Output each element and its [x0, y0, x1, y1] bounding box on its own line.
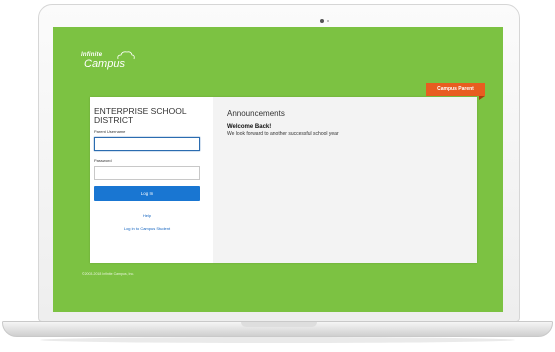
campus-student-link[interactable]: Log in to Campus Student — [94, 226, 200, 231]
district-name: ENTERPRISE SCHOOL DISTRICT — [94, 106, 187, 125]
copyright-text: ©2003-2018 Infinite Campus, Inc. — [82, 272, 135, 276]
laptop-shadow — [40, 337, 515, 343]
webcam-icon — [320, 19, 324, 23]
campus-parent-badge: Campus Parent — [426, 83, 485, 100]
announcement-heading: Welcome Back! — [227, 124, 272, 130]
help-link[interactable]: Help — [94, 213, 200, 218]
laptop-base — [2, 321, 553, 337]
username-label: Parent Username — [94, 129, 126, 134]
announcements-title: Announcements — [227, 109, 285, 118]
webcam-light — [327, 20, 329, 22]
login-card: ENTERPRISE SCHOOL DISTRICT Parent Userna… — [90, 97, 477, 263]
password-input[interactable] — [94, 166, 200, 180]
password-label: Password — [94, 158, 112, 163]
logo-main-text: Campus — [84, 58, 125, 70]
screen: Infinite Campus Campus Parent ENTERPRISE… — [53, 27, 503, 312]
login-button[interactable]: Log In — [94, 186, 200, 201]
username-input[interactable] — [94, 137, 200, 151]
laptop-notch — [241, 322, 317, 327]
announcements-pane: Announcements Welcome Back! We look forw… — [213, 97, 477, 263]
announcement-text: We look forward to another successful sc… — [227, 131, 339, 137]
login-pane: ENTERPRISE SCHOOL DISTRICT Parent Userna… — [90, 97, 213, 263]
